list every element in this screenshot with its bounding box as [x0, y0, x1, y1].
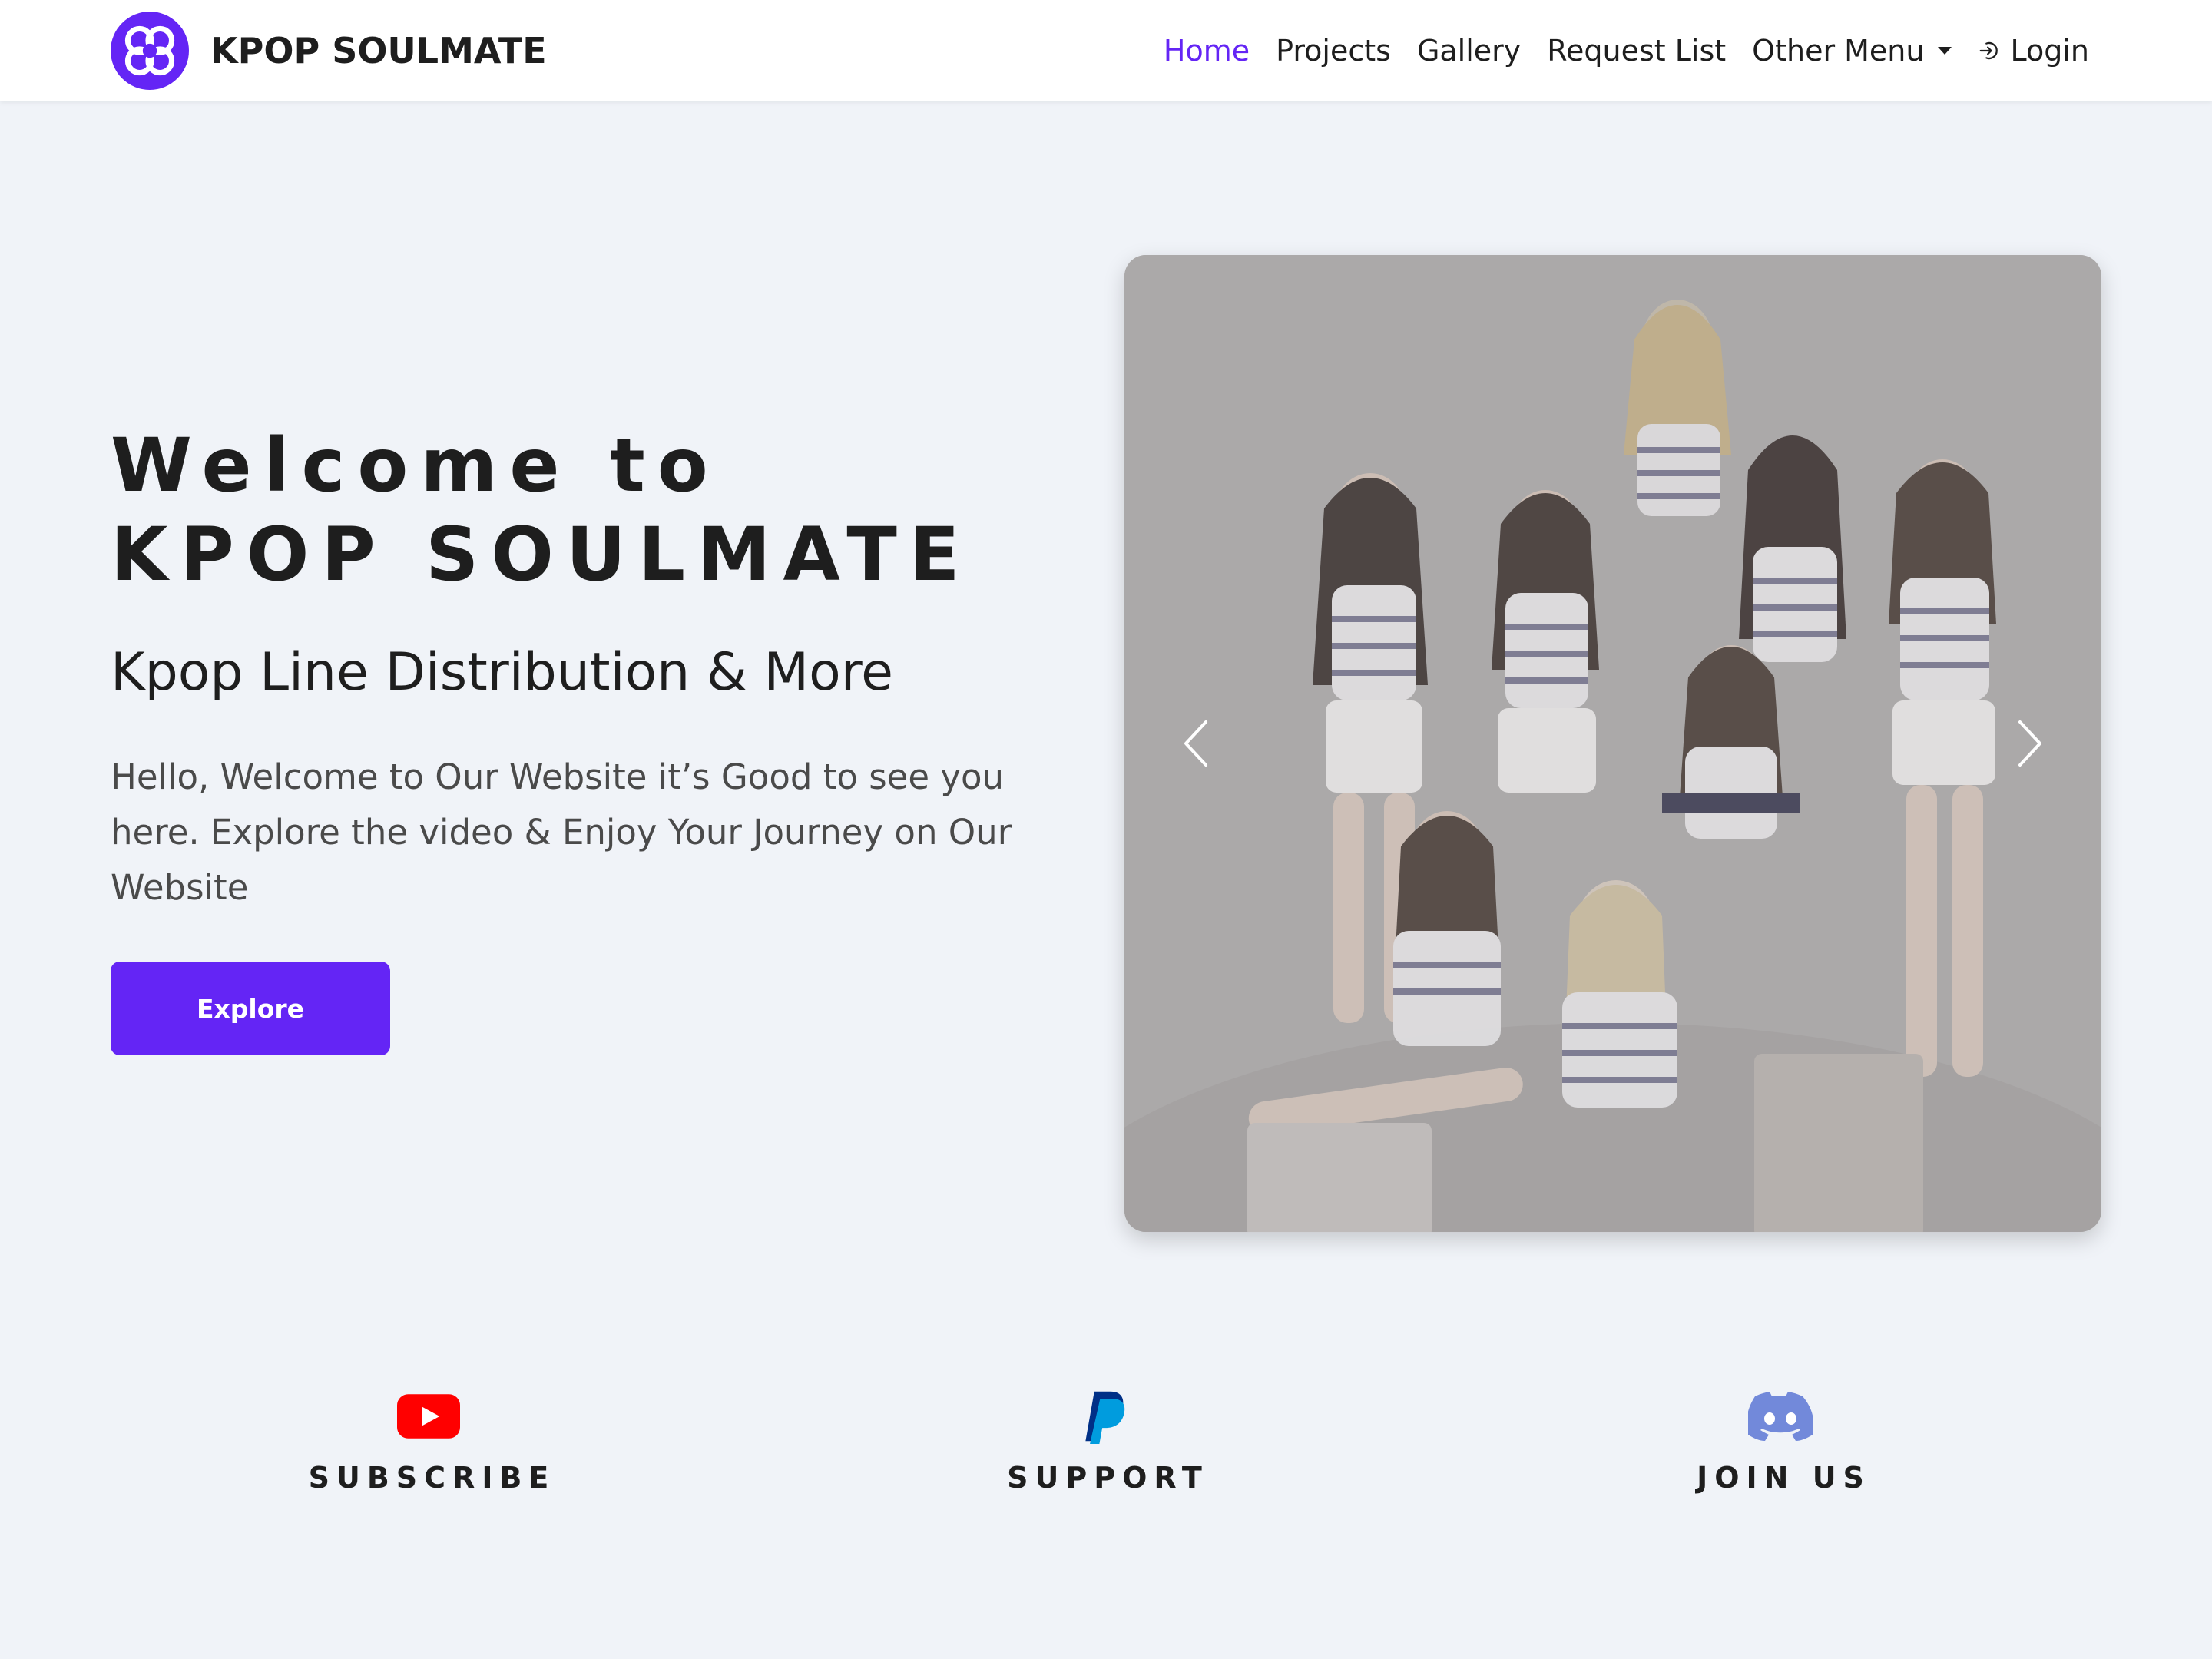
- nav-menu: Home Projects Gallery Request List Other…: [1164, 0, 2089, 101]
- nav-item-other-menu[interactable]: Other Menu: [1752, 34, 1952, 68]
- youtube-icon: [397, 1394, 460, 1439]
- hero-title: Welcome to KPOP SOULMATE: [111, 421, 972, 599]
- nav-item-request-list[interactable]: Request List: [1547, 34, 1726, 68]
- subscribe-label: SUBSCRIBE: [308, 1461, 556, 1495]
- support-link[interactable]: SUPPORT: [912, 1389, 1296, 1495]
- discord-icon: [1748, 1392, 1813, 1441]
- nav-item-home[interactable]: Home: [1164, 34, 1250, 68]
- brand-link[interactable]: KPOP SOULMATE: [111, 11, 547, 91]
- nav-item-projects[interactable]: Projects: [1276, 34, 1391, 68]
- hero-carousel: [1124, 255, 2101, 1232]
- navbar: KPOP SOULMATE Home Projects Gallery Requ…: [0, 0, 2212, 101]
- chevron-left-icon: [1184, 720, 1207, 767]
- hero-title-line-2: KPOP SOULMATE: [111, 512, 972, 598]
- brand-name: KPOP SOULMATE: [210, 30, 547, 71]
- nav-item-other-menu-label: Other Menu: [1752, 34, 1925, 68]
- caret-down-icon: [1938, 47, 1952, 55]
- login-icon: [1980, 41, 1998, 60]
- chevron-right-icon: [2018, 720, 2041, 767]
- nav-item-login[interactable]: Login: [1978, 34, 2089, 68]
- carousel-next-button[interactable]: [1989, 705, 2066, 782]
- group-photo-image: [1124, 255, 2101, 1232]
- subscribe-link[interactable]: SUBSCRIBE: [237, 1389, 621, 1495]
- hero-title-line-1: Welcome to: [111, 422, 720, 508]
- login-label: Login: [2010, 34, 2089, 68]
- nav-item-gallery[interactable]: Gallery: [1417, 34, 1521, 68]
- hero-description: Hello, Welcome to Our Website it’s Good …: [111, 757, 1012, 908]
- join-us-label: JOIN US: [1697, 1461, 1871, 1495]
- paypal-icon: [1085, 1391, 1125, 1444]
- hero-subtitle: Kpop Line Distribution & More: [111, 642, 894, 703]
- join-us-link[interactable]: JOIN US: [1588, 1389, 1972, 1495]
- carousel-prev-button[interactable]: [1160, 705, 1237, 782]
- butterfly-logo-icon: [111, 12, 189, 90]
- support-label: SUPPORT: [1007, 1461, 1209, 1495]
- explore-button[interactable]: Explore: [111, 962, 390, 1055]
